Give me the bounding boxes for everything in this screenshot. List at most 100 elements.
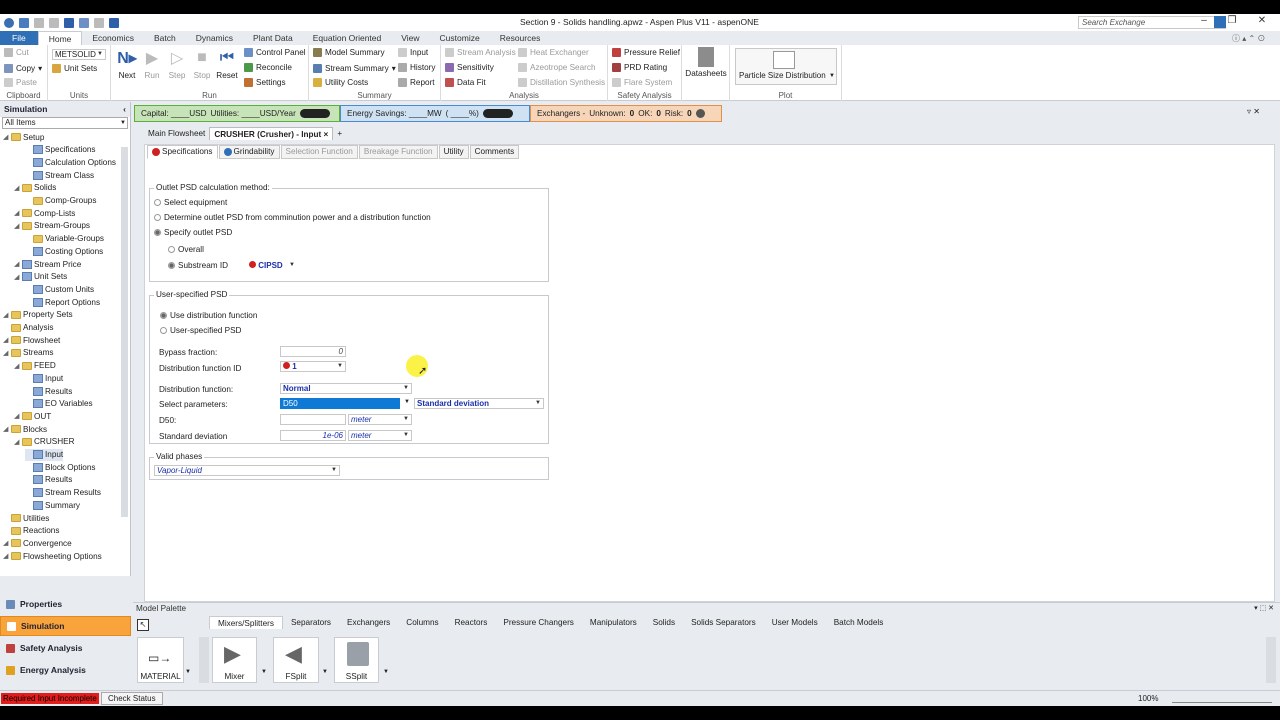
tree-item[interactable]: EO Variables	[25, 398, 93, 410]
toggle-icon[interactable]	[299, 109, 330, 118]
nav-energy-analysis-button[interactable]: Energy Analysis	[0, 660, 131, 680]
pane-chevron-icon[interactable]: ▿ ✕	[1247, 107, 1260, 116]
tree-item[interactable]: Utilities	[3, 512, 49, 524]
nav-simulation-button[interactable]: Simulation	[0, 616, 131, 636]
palette-scroll-left[interactable]	[199, 637, 209, 683]
menu-file[interactable]: File	[0, 31, 38, 45]
palette-tab[interactable]: Solids	[645, 616, 683, 629]
tree-item[interactable]: ◢ Streams	[3, 347, 53, 359]
menu-equation-oriented[interactable]: Equation Oriented	[303, 31, 392, 45]
radio-determine-psd[interactable]: Determine outlet PSD from comminution po…	[154, 213, 431, 222]
tree-expander-icon[interactable]: ◢	[14, 438, 20, 446]
pointer-tool-icon[interactable]: ↖	[137, 619, 149, 631]
collapse-icon[interactable]: ‹	[123, 102, 126, 117]
menu-batch[interactable]: Batch	[144, 31, 186, 45]
tree-expander-icon[interactable]: ◢	[14, 362, 20, 370]
unit-set-select[interactable]: METSOLID ▼	[52, 49, 106, 60]
tab-specifications[interactable]: Specifications	[147, 145, 218, 159]
menu-economics[interactable]: Economics	[82, 31, 144, 45]
zoom-slider[interactable]	[1172, 695, 1272, 703]
palette-tab[interactable]: Solids Separators	[683, 616, 764, 629]
check-status-button[interactable]: Check Status	[101, 692, 163, 705]
tree-item[interactable]: ◢ Stream Price	[14, 258, 81, 270]
palette-tab[interactable]: Reactors	[447, 616, 496, 629]
input-button[interactable]: Input	[398, 48, 428, 57]
menu-customize[interactable]: Customize	[430, 31, 490, 45]
restore-icon[interactable]: ❐	[1220, 15, 1244, 26]
tab-breakage-function[interactable]: Breakage Function	[358, 145, 438, 159]
tree-item[interactable]: Block Options	[25, 461, 96, 473]
undo-icon[interactable]	[34, 17, 44, 28]
std-unit-select[interactable]: meter ▼	[348, 430, 412, 441]
menu-home[interactable]: Home	[37, 31, 83, 45]
dist-func-select[interactable]: Normal ▼	[280, 383, 412, 394]
chevron-down-icon[interactable]: ▼	[404, 399, 410, 405]
chevron-down-icon[interactable]: ▼	[322, 669, 328, 675]
tree-expander-icon[interactable]: ◢	[3, 311, 9, 319]
cut-button[interactable]: Cut	[4, 48, 29, 57]
exchangers-box[interactable]: Exchangers - Unknown: 0 OK: 0 Risk: 0	[530, 105, 722, 122]
d50-input[interactable]	[280, 414, 346, 425]
tab-comments[interactable]: Comments	[469, 145, 520, 159]
palette-fsplit[interactable]: ◀ FSplit	[273, 637, 319, 683]
nav-properties-button[interactable]: Properties	[0, 594, 131, 614]
tree-item[interactable]: ◢ OUT	[14, 410, 51, 422]
close-icon[interactable]: ✕	[1250, 15, 1274, 26]
valid-phases-select[interactable]: Vapor-Liquid ▼	[154, 465, 340, 476]
reset-button[interactable]: ⏮ Reset	[214, 47, 240, 80]
history-button[interactable]: History	[398, 63, 435, 72]
azeotrope-search-button[interactable]: Azeotrope Search	[518, 63, 596, 72]
tree-item[interactable]: ◢ Property Sets	[3, 309, 73, 321]
tree-item[interactable]: Calculation Options	[25, 156, 116, 168]
utility-costs-button[interactable]: Utility Costs	[313, 78, 368, 87]
select-params-std[interactable]: Standard deviation ▼	[414, 398, 544, 409]
ribbon-options-icons[interactable]: ⓘ ▴ ⌃ ⊙	[1232, 33, 1265, 44]
tree-item[interactable]: Input	[25, 448, 64, 461]
toggle-icon[interactable]	[482, 109, 513, 118]
palette-mixer[interactable]: ▶ Mixer	[212, 637, 257, 683]
unit-sets-button[interactable]: Unit Sets	[52, 64, 97, 73]
palette-material[interactable]: ▭→ MATERIAL	[137, 637, 184, 683]
tree-item[interactable]: Report Options	[25, 296, 100, 308]
data-fit-button[interactable]: Data Fit	[445, 78, 486, 87]
tree-item[interactable]: ◢ Convergence	[3, 537, 72, 549]
stream-analysis-button[interactable]: Stream Analysis	[445, 48, 516, 57]
substream-id-select[interactable]: CIPSD ▼	[246, 260, 298, 271]
palette-tab[interactable]: Exchangers	[339, 616, 398, 629]
radio-use-distribution[interactable]: Use distribution function	[160, 311, 257, 320]
control-panel-button[interactable]: Control Panel	[244, 48, 306, 57]
tree-item[interactable]: Summary	[25, 499, 80, 511]
nav-scrollbar[interactable]	[121, 147, 128, 517]
gear-icon[interactable]	[695, 109, 705, 118]
tree-item[interactable]: ◢ FEED	[14, 360, 56, 372]
menu-resources[interactable]: Resources	[490, 31, 551, 45]
palette-tab[interactable]: Columns	[398, 616, 446, 629]
radio-select-equipment[interactable]: Select equipment	[154, 198, 227, 207]
nav-filter-select[interactable]: All Items ▼	[2, 117, 128, 129]
tab-selection-function[interactable]: Selection Function	[280, 145, 358, 159]
palette-ssplit[interactable]: SSplit	[334, 637, 379, 683]
tree-expander-icon[interactable]: ◢	[3, 552, 9, 560]
report-button[interactable]: Report	[398, 78, 435, 87]
tree-expander-icon[interactable]: ◢	[14, 260, 20, 268]
palette-tab[interactable]: User Models	[764, 616, 826, 629]
tree-item[interactable]: Comp-Groups	[25, 195, 96, 207]
tree-item[interactable]: Input	[25, 372, 63, 384]
paste-button[interactable]: Paste	[4, 78, 37, 87]
stream-summary-button[interactable]: Stream Summary ▾	[313, 63, 396, 73]
palette-tab[interactable]: Mixers/Splitters	[209, 616, 283, 629]
psd-plot-button[interactable]: Particle Size Distribution ▼	[735, 48, 837, 85]
tab-grindability[interactable]: Grindability	[218, 145, 280, 159]
tree-item[interactable]: Analysis	[3, 322, 54, 334]
add-tab-icon[interactable]: +	[333, 127, 346, 140]
run-settings-button[interactable]: Settings	[244, 78, 286, 87]
flare-system-button[interactable]: Flare System	[612, 78, 672, 87]
select-params-d50[interactable]: D50	[280, 398, 400, 409]
palette-scroll-right[interactable]	[1266, 637, 1276, 683]
minimize-icon[interactable]: –	[1192, 15, 1216, 26]
expand-icon[interactable]: ▼	[829, 73, 835, 79]
palette-tab[interactable]: Batch Models	[826, 616, 892, 629]
status-required-input[interactable]: Required Input Incomplete	[1, 693, 99, 704]
dist-id-select[interactable]: 1 ▼	[280, 361, 346, 372]
heat-exchanger-button[interactable]: Heat Exchanger	[518, 48, 589, 57]
